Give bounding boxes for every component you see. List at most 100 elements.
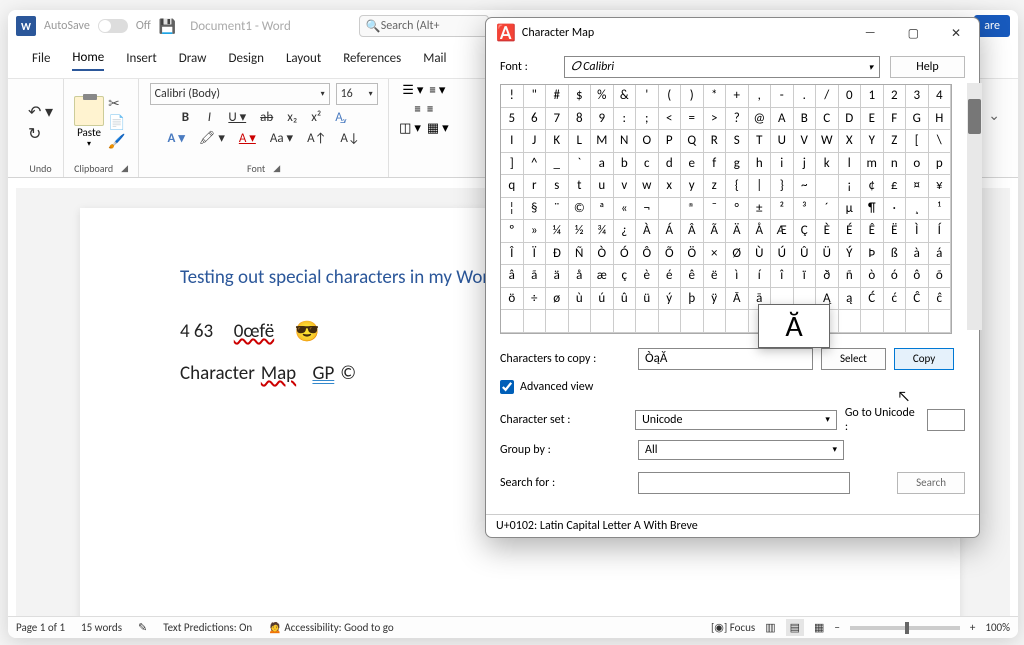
char-cell[interactable]: Ò — [591, 243, 614, 266]
char-cell[interactable]: Ø — [726, 243, 749, 266]
copy-icon[interactable]: 📄 — [108, 114, 125, 131]
char-cell[interactable]: p — [929, 153, 952, 176]
spell-check-icon[interactable]: ✎ — [138, 621, 147, 634]
char-cell[interactable]: Þ — [861, 243, 884, 266]
char-cell[interactable]: Ã — [704, 220, 727, 243]
char-cell[interactable]: ì — [726, 265, 749, 288]
char-cell[interactable]: o — [906, 153, 929, 176]
char-cell[interactable]: < — [659, 108, 682, 131]
char-cell[interactable]: / — [816, 85, 839, 108]
char-cell[interactable] — [726, 310, 749, 333]
char-cell[interactable]: ² — [771, 198, 794, 221]
char-cell[interactable] — [704, 310, 727, 333]
bullets-button[interactable]: ☰ ▾ — [402, 83, 423, 98]
char-cell[interactable]: N — [614, 130, 637, 153]
grow-font-button[interactable]: A↑ — [303, 130, 330, 147]
char-cell[interactable]: Ć — [861, 288, 884, 311]
char-cell[interactable]: ' — [636, 85, 659, 108]
char-cell[interactable]: è — [636, 265, 659, 288]
borders-button[interactable]: ▦ ▾ — [427, 121, 449, 136]
scrollbar-thumb[interactable] — [968, 99, 981, 134]
char-cell[interactable]: R — [704, 130, 727, 153]
char-cell[interactable]: { — [726, 175, 749, 198]
char-cell[interactable]: * — [704, 85, 727, 108]
web-layout-icon[interactable]: ▦ — [814, 621, 824, 634]
char-cell[interactable]: C — [816, 108, 839, 131]
char-cell[interactable]: 5 — [501, 108, 524, 131]
char-cell[interactable]: õ — [929, 265, 952, 288]
search-input[interactable]: 🔍 Search (Alt+ — [359, 15, 489, 37]
char-cell[interactable]: K — [546, 130, 569, 153]
char-cell[interactable]: ÷ — [524, 288, 547, 311]
char-cell[interactable]: û — [614, 288, 637, 311]
char-cell[interactable]: > — [704, 108, 727, 131]
char-cell[interactable]: ¯ — [704, 198, 727, 221]
char-cell[interactable]: a — [591, 153, 614, 176]
char-cell[interactable]: Ê — [861, 220, 884, 243]
print-layout-icon[interactable]: ▤ — [786, 619, 804, 636]
char-cell[interactable]: M — [591, 130, 614, 153]
char-cell[interactable]: i — [771, 153, 794, 176]
char-cell[interactable]: x — [659, 175, 682, 198]
status-accessibility[interactable]: 🙍 Accessibility: Good to go — [268, 621, 393, 634]
char-cell[interactable]: . — [794, 85, 817, 108]
font-size-combo[interactable]: 16▾ — [336, 83, 378, 105]
goto-unicode-input[interactable] — [927, 409, 965, 431]
save-icon[interactable]: 💾 — [159, 18, 176, 35]
char-cell[interactable]: @ — [749, 108, 772, 131]
chars-to-copy-input[interactable] — [638, 348, 813, 370]
tab-insert[interactable]: Insert — [126, 51, 157, 70]
tab-file[interactable]: File — [32, 51, 50, 70]
char-cell[interactable]: e — [681, 153, 704, 176]
char-cell[interactable]: } — [771, 175, 794, 198]
maximize-button[interactable]: ▢ — [900, 22, 927, 45]
char-cell[interactable]: L — [569, 130, 592, 153]
char-cell[interactable] — [636, 310, 659, 333]
font-dialog-launcher[interactable]: ◢ — [273, 163, 280, 174]
highlight-button[interactable]: 🖍 ▾ — [195, 130, 229, 147]
char-cell[interactable]: ù — [569, 288, 592, 311]
char-cell[interactable]: Á — [659, 220, 682, 243]
strike-button[interactable]: ab — [256, 109, 277, 126]
subscript-button[interactable]: x₂ — [283, 109, 301, 126]
char-cell[interactable] — [906, 310, 929, 333]
char-cell[interactable]: # — [546, 85, 569, 108]
italic-button[interactable]: I — [200, 109, 218, 126]
char-cell[interactable] — [501, 310, 524, 333]
char-cell[interactable]: y — [681, 175, 704, 198]
char-cell[interactable]: É — [839, 220, 862, 243]
char-cell[interactable]: 8 — [569, 108, 592, 131]
char-cell[interactable]: í — [749, 265, 772, 288]
char-cell[interactable]: I — [501, 130, 524, 153]
char-cell[interactable]: º — [501, 220, 524, 243]
shrink-font-button[interactable]: A↓ — [336, 130, 363, 147]
character-grid[interactable]: !"#$%&'()*+,-./0123456789:;<=>?@ABCDEFGH… — [501, 85, 951, 333]
char-cell[interactable]: Ä — [726, 220, 749, 243]
redo-button[interactable]: ↻ — [28, 124, 53, 144]
autosave-toggle[interactable] — [98, 19, 128, 33]
tab-design[interactable]: Design — [228, 51, 263, 70]
char-cell[interactable]: ¶ — [861, 198, 884, 221]
char-cell[interactable]: é — [659, 265, 682, 288]
char-cell[interactable] — [524, 310, 547, 333]
superscript-button[interactable]: x² — [307, 109, 325, 126]
char-cell[interactable]: , — [749, 85, 772, 108]
char-cell[interactable]: ­ — [659, 198, 682, 221]
search-button[interactable]: Search — [897, 472, 965, 494]
char-cell[interactable]: l — [839, 153, 862, 176]
char-cell[interactable]: ! — [501, 85, 524, 108]
char-cell[interactable]: ú — [591, 288, 614, 311]
char-cell[interactable]: Ñ — [569, 243, 592, 266]
char-cell[interactable]: ö — [501, 288, 524, 311]
char-cell[interactable]: G — [906, 108, 929, 131]
char-cell[interactable] — [884, 310, 907, 333]
char-cell[interactable]: F — [884, 108, 907, 131]
char-cell[interactable]: È — [816, 220, 839, 243]
zoom-slider[interactable] — [850, 626, 960, 630]
char-cell[interactable]: ± — [749, 198, 772, 221]
underline-button[interactable]: U ▾ — [224, 109, 250, 126]
minimize-button[interactable]: — — [857, 22, 884, 45]
char-cell[interactable]: · — [884, 198, 907, 221]
char-cell[interactable]: = — [681, 108, 704, 131]
numbering-button[interactable]: ≡ ▾ — [429, 83, 445, 98]
